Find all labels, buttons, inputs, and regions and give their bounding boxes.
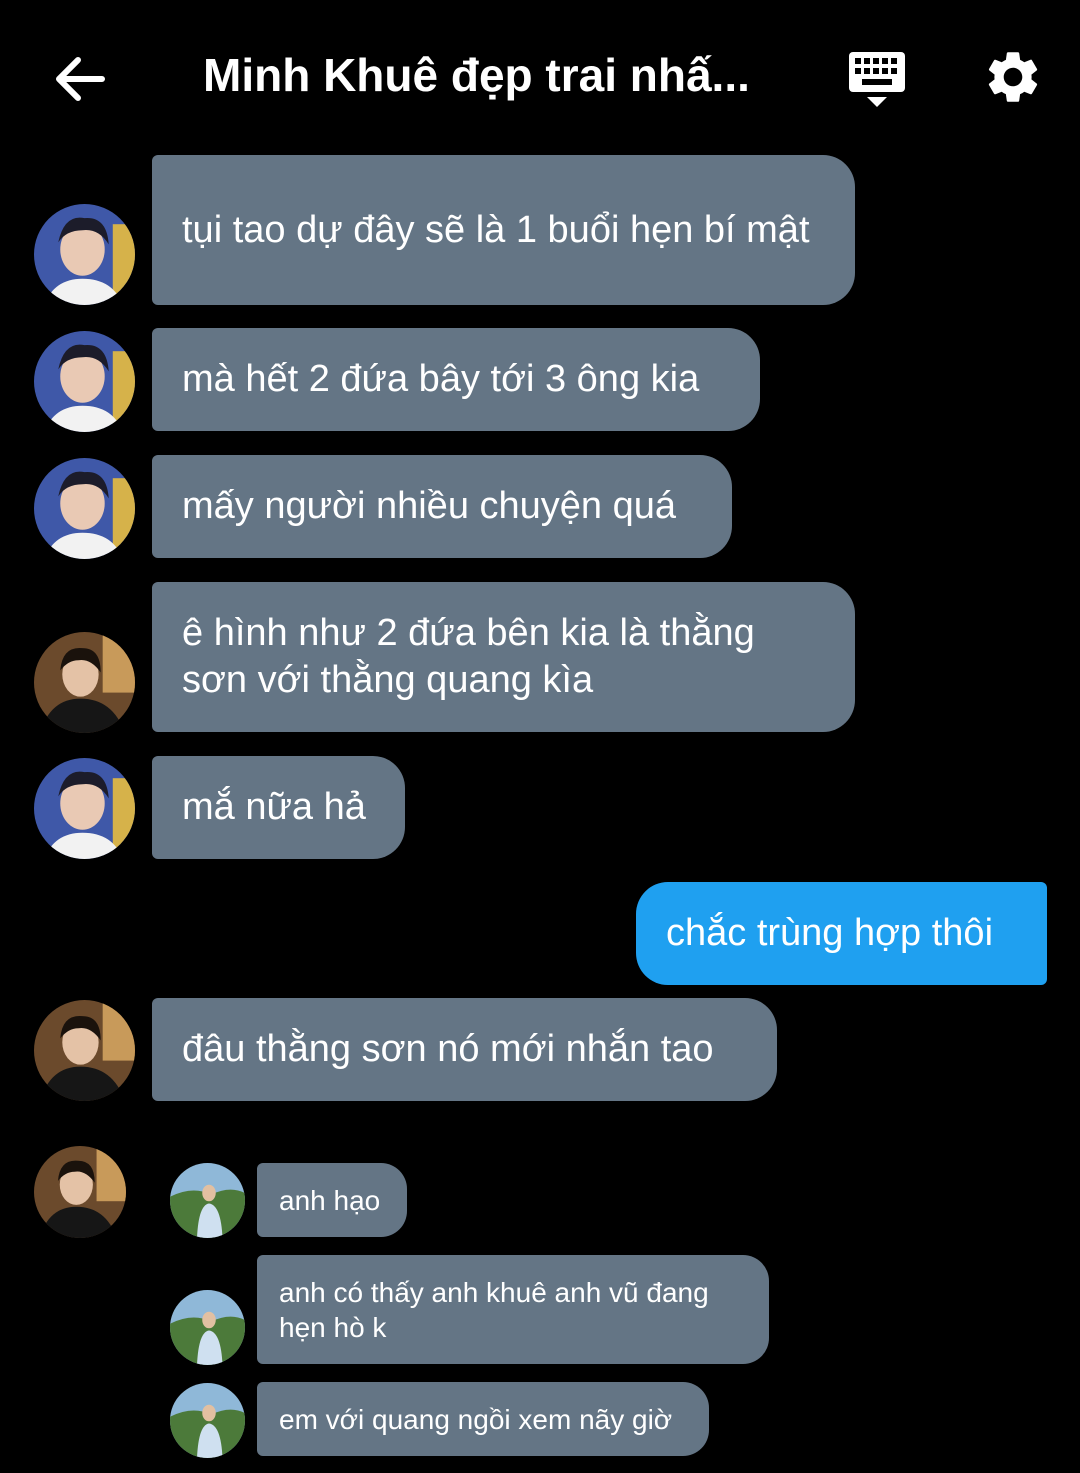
back-button[interactable] (50, 50, 108, 108)
avatar[interactable] (34, 632, 135, 733)
message-text: chắc trùng hợp thôi (666, 912, 994, 954)
avatar[interactable] (34, 204, 135, 305)
message-text: tụi tao dự đây sẽ là 1 buổi hẹn bí mật (182, 208, 810, 251)
message-bubble[interactable]: ê hình như 2 đứa bên kia là thằng sơn vớ… (152, 582, 855, 732)
embedded-message-text: anh có thấy anh khuê anh vũ đang hẹn hò … (279, 1276, 709, 1343)
gear-icon (988, 52, 1038, 102)
chat-header: Minh Khuê đẹp trai nhấ... (0, 0, 1080, 150)
embedded-message-bubble: anh có thấy anh khuê anh vũ đang hẹn hò … (257, 1255, 769, 1364)
avatar[interactable] (34, 1000, 135, 1101)
embedded-avatar (170, 1163, 245, 1238)
message-text: đâu thằng sơn nó mới nhắn tao (182, 1028, 714, 1070)
embedded-avatar (170, 1290, 245, 1365)
chat-title[interactable]: Minh Khuê đẹp trai nhấ... (203, 46, 763, 104)
message-bubble-outgoing[interactable]: chắc trùng hợp thôi (636, 882, 1047, 985)
message-bubble[interactable]: mà hết 2 đứa bây tới 3 ông kia (152, 328, 760, 431)
keyboard-button[interactable] (846, 48, 908, 110)
embedded-message-text: anh hạo (279, 1184, 381, 1216)
message-bubble[interactable]: mắ nữa hả (152, 756, 405, 859)
embedded-message-bubble: em với quang ngồi xem nãy giờ (257, 1382, 709, 1456)
avatar[interactable] (34, 331, 135, 432)
embedded-avatar (170, 1383, 245, 1458)
message-bubble[interactable]: đâu thằng sơn nó mới nhắn tao (152, 998, 777, 1101)
message-text: ê hình như 2 đứa bên kia là thằng sơn vớ… (182, 612, 755, 701)
avatar[interactable] (34, 458, 135, 559)
arrow-left-icon (56, 57, 105, 101)
settings-button[interactable] (982, 46, 1044, 108)
message-bubble[interactable]: tụi tao dự đây sẽ là 1 buổi hẹn bí mật (152, 155, 855, 305)
message-bubble[interactable]: mấy người nhiều chuyện quá (152, 455, 732, 558)
avatar[interactable] (34, 1146, 126, 1238)
embedded-message-text: em với quang ngồi xem nãy giờ (279, 1403, 673, 1435)
message-text: mà hết 2 đứa bây tới 3 ông kia (182, 358, 700, 400)
avatar[interactable] (34, 758, 135, 859)
keyboard-icon (849, 52, 905, 107)
embedded-message-bubble: anh hạo (257, 1163, 407, 1237)
message-text: mấy người nhiều chuyện quá (182, 485, 676, 527)
message-text: mắ nữa hả (182, 786, 366, 828)
